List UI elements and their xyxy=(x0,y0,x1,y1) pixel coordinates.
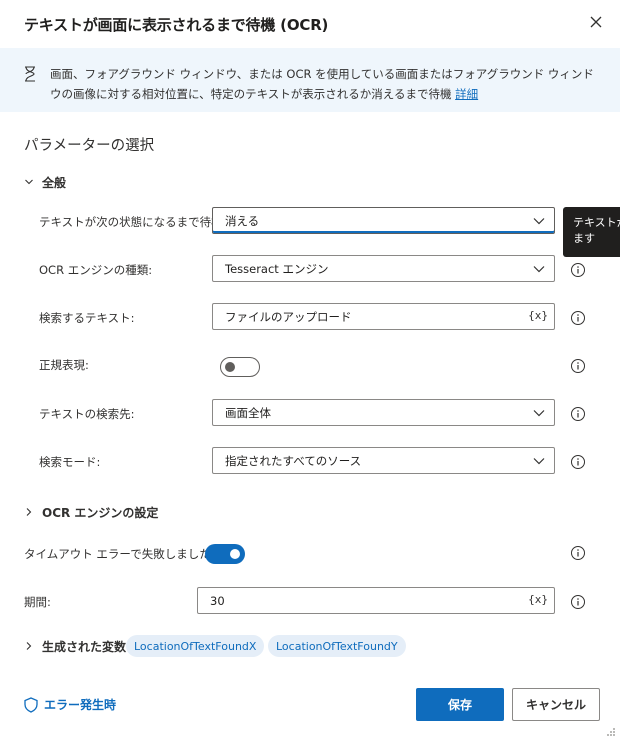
info-circle-icon[interactable] xyxy=(570,358,586,374)
chevron-down-icon xyxy=(25,179,33,185)
save-button[interactable]: 保存 xyxy=(416,688,504,721)
ocr-settings-group-label: OCR エンジンの設定 xyxy=(42,505,159,520)
chevron-right-icon xyxy=(26,508,32,516)
on-error-label: エラー発生時 xyxy=(44,698,117,712)
ocr-engine-label: OCR エンジンの種類: xyxy=(39,263,153,277)
search-text-input[interactable]: ファイルのアップロード {x} xyxy=(212,303,555,330)
section-title: パラメーターの選択 xyxy=(24,138,155,154)
ocr-engine-value: Tesseract エンジン xyxy=(225,261,329,276)
info-text: 画面、フォアグラウンド ウィンドウ、または OCR を使用している画面またはフォ… xyxy=(50,67,594,101)
info-circle-icon[interactable] xyxy=(570,262,586,278)
search-mode-value: 指定されたすべてのソース xyxy=(225,453,362,468)
info-circle-icon[interactable] xyxy=(570,594,586,610)
info-circle-icon[interactable] xyxy=(570,310,586,326)
timeout-toggle[interactable] xyxy=(205,544,245,564)
variable-picker-icon[interactable]: {x} xyxy=(528,309,548,322)
variable-chip[interactable]: LocationOfTextFoundX xyxy=(126,635,265,657)
close-icon[interactable] xyxy=(586,12,606,32)
variables-group-toggle[interactable]: 生成された変数 xyxy=(24,636,126,656)
duration-input[interactable]: 30 {x} xyxy=(197,587,555,614)
tooltip: テキストが ます xyxy=(563,207,620,257)
variable-chip[interactable]: LocationOfTextFoundY xyxy=(268,635,406,657)
wait-state-value: 消える xyxy=(225,213,260,228)
general-group-label: 全般 xyxy=(42,175,67,190)
info-circle-icon[interactable] xyxy=(570,545,586,561)
on-error-link[interactable]: エラー発生時 xyxy=(24,696,116,713)
duration-label: 期間: xyxy=(24,595,51,609)
toggle-knob xyxy=(225,362,235,372)
tooltip-text: テキストが ます xyxy=(573,216,620,245)
chevron-down-icon xyxy=(533,218,545,225)
duration-value: 30 xyxy=(210,593,225,608)
info-circle-icon[interactable] xyxy=(570,406,586,422)
info-bar: 画面、フォアグラウンド ウィンドウ、または OCR を使用している画面またはフォ… xyxy=(0,48,620,112)
resize-grip-icon[interactable] xyxy=(606,727,616,737)
search-text-value: ファイルのアップロード xyxy=(225,309,352,324)
hourglass-icon xyxy=(24,66,36,85)
search-location-label: テキストの検索先: xyxy=(39,407,135,421)
wait-state-dropdown[interactable]: 消える xyxy=(212,207,555,234)
info-circle-icon[interactable] xyxy=(570,454,586,470)
search-text-label: 検索するテキスト: xyxy=(39,311,135,325)
general-group-toggle[interactable]: 全般 xyxy=(24,172,66,192)
timeout-label: タイムアウト エラーで失敗しました: xyxy=(24,547,215,561)
info-message: 画面、フォアグラウンド ウィンドウ、または OCR を使用している画面またはフォ… xyxy=(50,64,600,104)
chevron-down-icon xyxy=(533,410,545,417)
cancel-button[interactable]: キャンセル xyxy=(512,688,600,721)
regex-label: 正規表現: xyxy=(39,358,89,372)
regex-toggle[interactable] xyxy=(220,357,260,377)
wait-state-label: テキストが次の状態になるまで待機: xyxy=(39,215,227,229)
ocr-engine-dropdown[interactable]: Tesseract エンジン xyxy=(212,255,555,282)
dialog-title: テキストが画面に表示されるまで待機 (OCR) xyxy=(24,16,329,34)
chevron-down-icon xyxy=(533,458,545,465)
search-location-dropdown[interactable]: 画面全体 xyxy=(212,399,555,426)
details-link[interactable]: 詳細 xyxy=(455,87,478,101)
chevron-right-icon xyxy=(26,642,32,650)
variable-picker-icon[interactable]: {x} xyxy=(528,593,548,606)
ocr-settings-group-toggle[interactable]: OCR エンジンの設定 xyxy=(24,502,158,522)
search-location-value: 画面全体 xyxy=(225,405,271,420)
chevron-down-icon xyxy=(533,266,545,273)
variables-group-label: 生成された変数 xyxy=(42,639,127,654)
toggle-knob xyxy=(230,549,240,559)
shield-icon xyxy=(24,696,38,713)
search-mode-dropdown[interactable]: 指定されたすべてのソース xyxy=(212,447,555,474)
search-mode-label: 検索モード: xyxy=(39,455,101,469)
